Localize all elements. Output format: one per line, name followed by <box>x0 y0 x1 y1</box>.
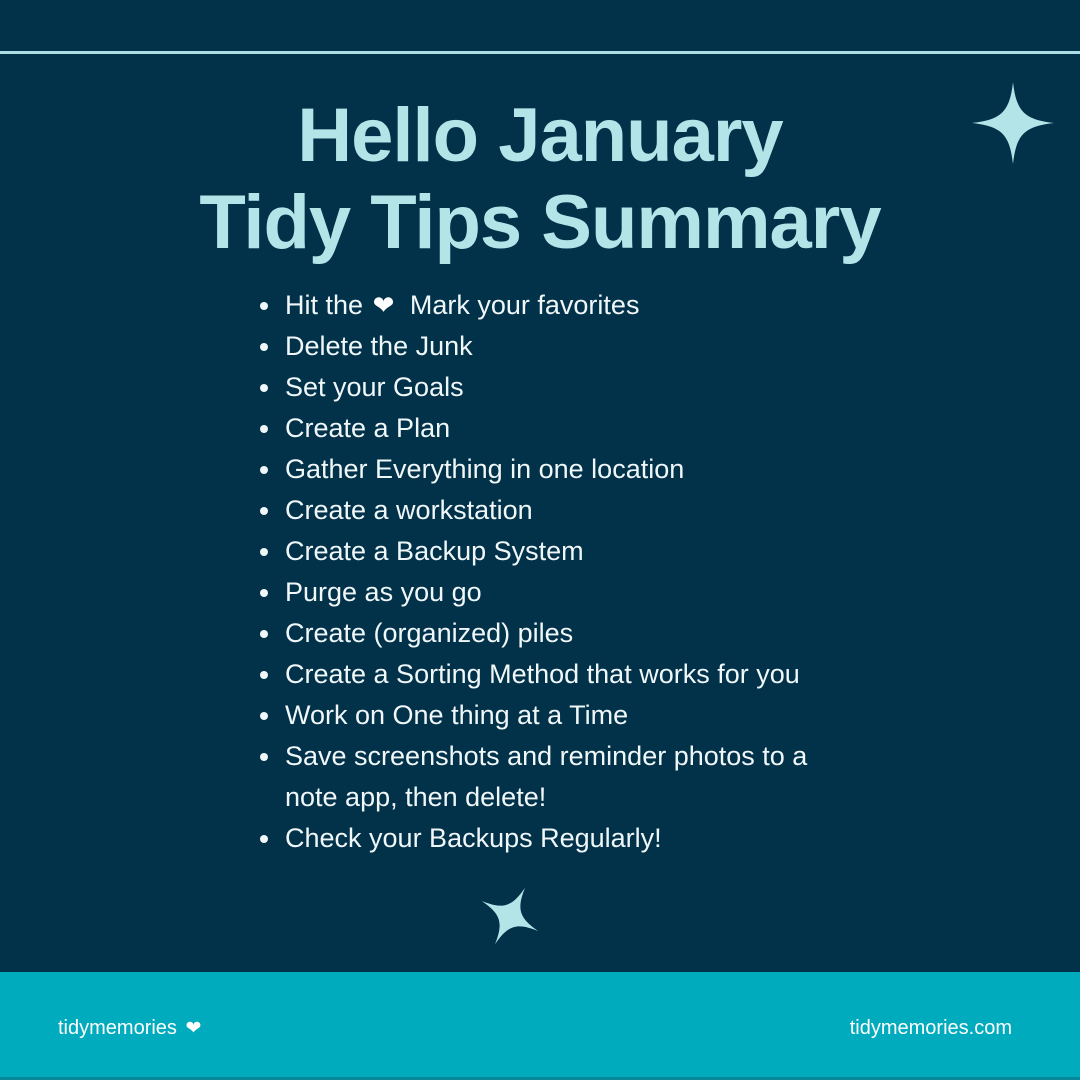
list-item: Set your Goals <box>258 367 858 408</box>
list-item: Hit the ❤ Mark your favorites <box>258 285 858 326</box>
bullet-icon <box>260 507 268 515</box>
tip-text: Purge as you go <box>285 577 482 607</box>
sparkle-icon <box>972 82 1054 164</box>
tip-text-before: Hit the <box>285 290 364 320</box>
footer-brand: tidymemories ❤ <box>58 1016 201 1041</box>
tip-text: Check your Backups Regularly! <box>285 823 662 853</box>
bullet-icon <box>260 425 268 433</box>
top-divider <box>0 51 1080 54</box>
title-line-1: Hello January <box>297 93 783 178</box>
tip-text: Work on One thing at a Time <box>285 700 629 730</box>
bullet-icon <box>260 343 268 351</box>
bullet-icon <box>260 589 268 597</box>
heart-icon: ❤ <box>372 290 395 320</box>
list-item: Gather Everything in one location <box>258 449 858 490</box>
tip-text: Create a Backup System <box>285 536 584 566</box>
bullet-icon <box>260 630 268 638</box>
bullet-icon <box>260 384 268 392</box>
bullet-icon <box>260 548 268 556</box>
website-link[interactable]: tidymemories.com <box>850 1016 1012 1040</box>
title-line-2: Tidy Tips Summary <box>199 180 881 265</box>
list-item: Create a Backup System <box>258 531 858 572</box>
bullet-icon <box>260 835 268 843</box>
list-item: Save screenshots and reminder photos to … <box>258 736 818 818</box>
footer-bar: tidymemories ❤ tidymemories.com <box>0 972 1080 1080</box>
bullet-icon <box>260 302 268 310</box>
bullet-icon <box>260 671 268 679</box>
page-title: Hello January Tidy Tips Summary <box>0 92 1080 266</box>
bullet-icon <box>260 753 268 761</box>
tip-text: Save screenshots and reminder photos to … <box>285 741 808 812</box>
tip-text: Gather Everything in one location <box>285 454 685 484</box>
tip-text-after: Mark your favorites <box>409 290 640 320</box>
bullet-icon <box>260 712 268 720</box>
list-item: Work on One thing at a Time <box>258 695 858 736</box>
list-item: Create (organized) piles <box>258 613 858 654</box>
list-item: Purge as you go <box>258 572 858 613</box>
tip-text: Set your Goals <box>285 372 464 402</box>
list-item: Create a Plan <box>258 408 858 449</box>
sparkle-icon <box>481 887 539 945</box>
list-item: Check your Backups Regularly! <box>258 818 858 859</box>
list-item: Create a workstation <box>258 490 858 531</box>
brand-name: tidymemories <box>58 1017 177 1039</box>
list-item: Create a Sorting Method that works for y… <box>258 654 858 695</box>
tip-text: Create a workstation <box>285 495 533 525</box>
tips-list: Hit the ❤ Mark your favorites Delete the… <box>258 285 858 859</box>
tip-text: Create (organized) piles <box>285 618 574 648</box>
bullet-icon <box>260 466 268 474</box>
list-item: Delete the Junk <box>258 326 858 367</box>
tip-text: Delete the Junk <box>285 331 473 361</box>
tip-text: Create a Sorting Method that works for y… <box>285 659 800 689</box>
heart-icon: ❤ <box>185 1018 202 1039</box>
tip-text: Create a Plan <box>285 413 451 443</box>
